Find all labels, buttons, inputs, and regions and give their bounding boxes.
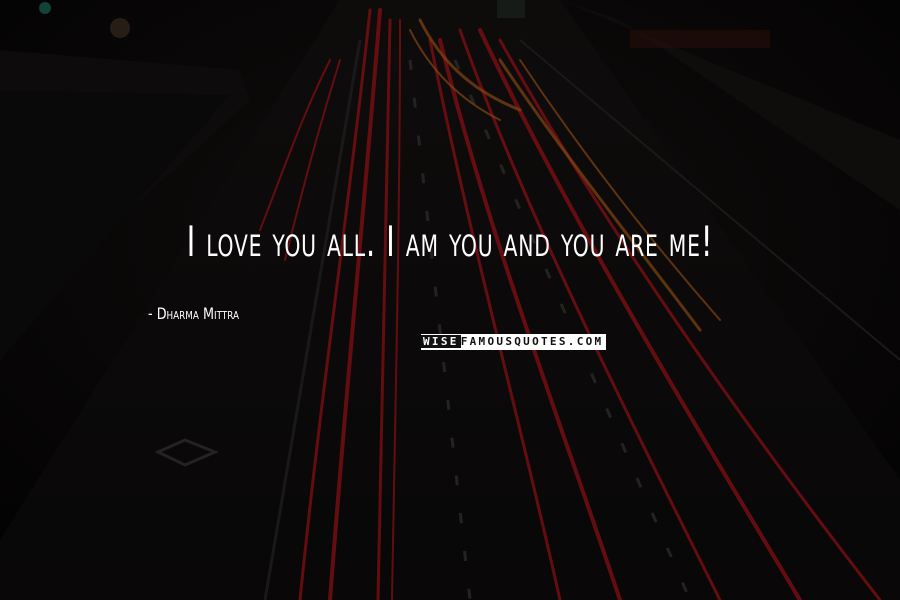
watermark-lead: WISE xyxy=(421,335,461,348)
watermark-logo: WISE FAMOUSQUOTES.COM xyxy=(421,334,607,350)
quote-card: I love you all. I am you and you are me!… xyxy=(0,0,900,600)
watermark-rest: FAMOUSQUOTES.COM xyxy=(460,335,604,348)
quote-text: I love you all. I am you and you are me! xyxy=(186,217,714,266)
highway-light-trails-photo xyxy=(0,0,900,600)
quote-author: - Dharma Mittra xyxy=(148,304,239,323)
